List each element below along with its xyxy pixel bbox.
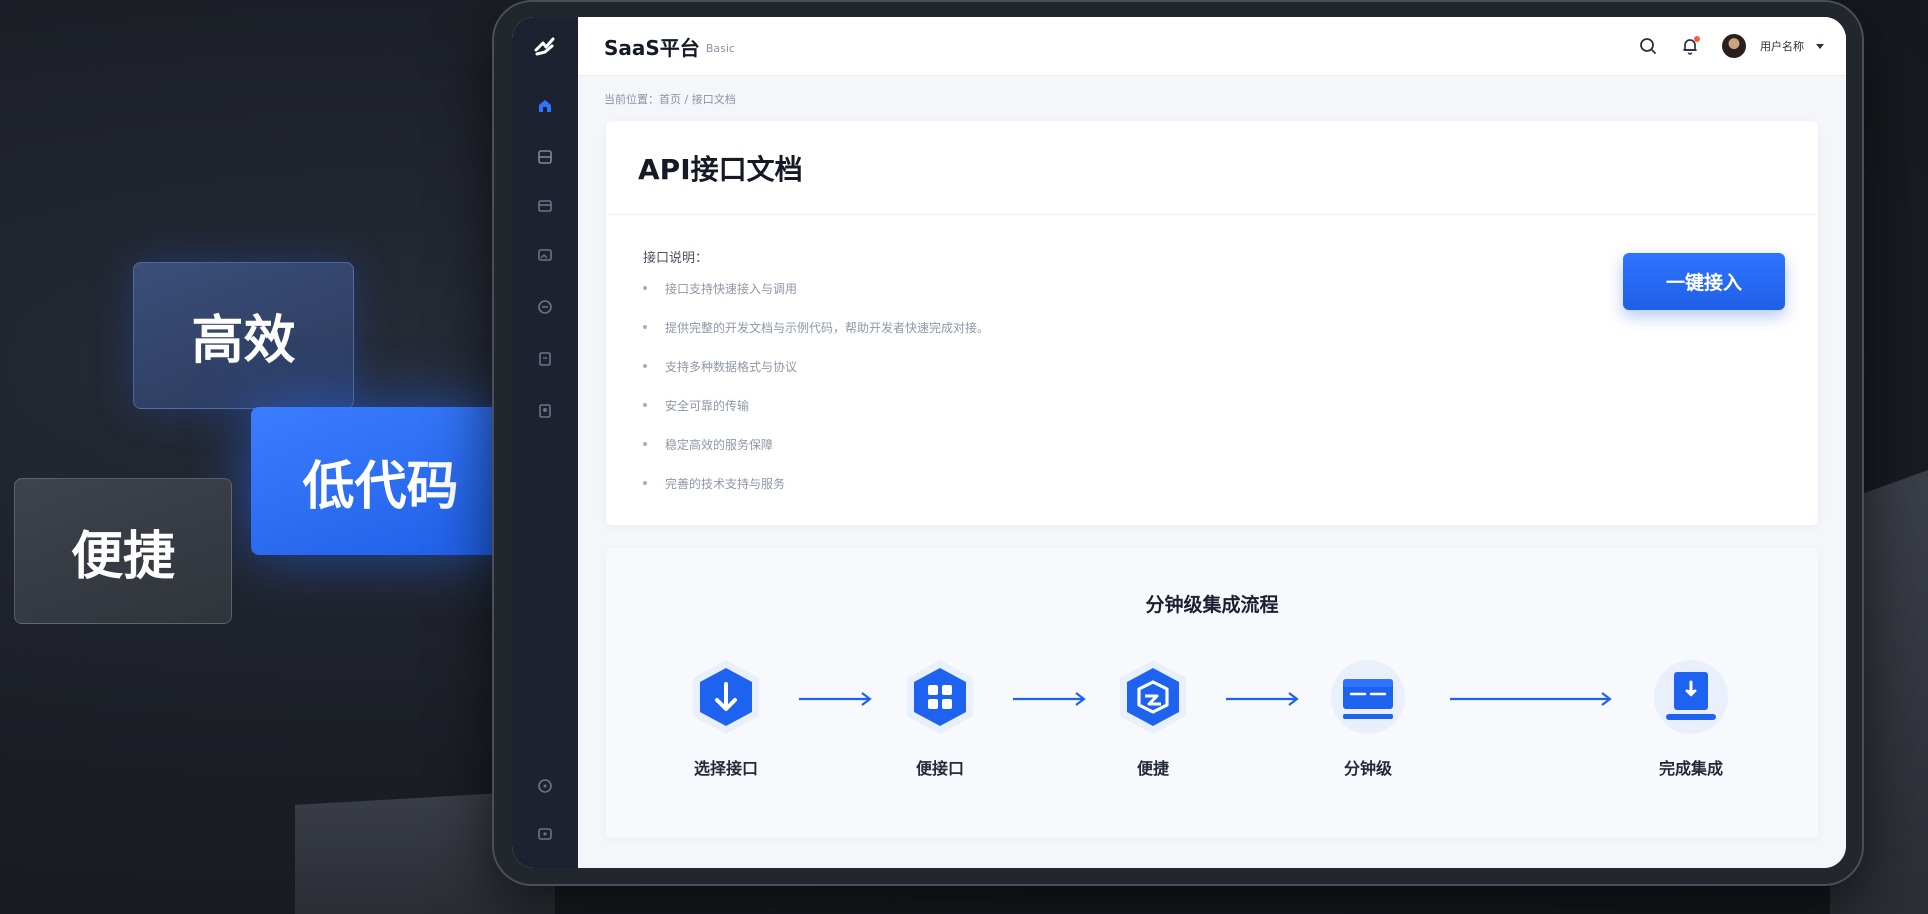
flow-arrow-icon [1013,692,1086,706]
flow-arrow-icon [799,692,872,706]
flow-step-select-api[interactable]: 选择接口 [666,656,786,779]
top-bar: SaaS平台 Basic 用户名称 [578,17,1846,76]
flow-step-label: 便接口 [915,759,964,778]
list-item: 支持多种数据格式与协议 [643,358,1818,375]
integration-flow-card: 分钟级集成流程 选择接口 便接口 便捷 分钟级 完成集成 [606,548,1818,838]
sidebar-home-icon[interactable] [536,97,554,115]
flow-step-label: 便捷 [1136,759,1169,778]
sidebar-help-icon[interactable] [536,777,554,795]
sidebar-database-icon[interactable] [536,148,554,166]
page-title: API接口文档 [638,152,803,186]
search-icon[interactable] [1638,36,1658,56]
brand-subtitle: Basic [705,41,735,55]
list-item: 稳定高效的服务保障 [643,436,1818,453]
user-name[interactable]: 用户名称 [1760,38,1804,54]
feature-tag-efficient: 高效 [133,262,354,409]
box-package-icon [1120,660,1186,734]
flow-step-complete[interactable]: 完成集成 [1631,656,1751,779]
sidebar-document-icon[interactable] [536,350,554,368]
flow-step-connect-api[interactable]: 便接口 [880,656,1000,779]
flow-step-label: 完成集成 [1658,759,1723,778]
feature-tag-convenient: 便捷 [14,478,232,624]
app-logo-icon [534,37,555,56]
list-item: 完善的技术支持与服务 [643,475,1818,492]
flow-step-label: 选择接口 [693,759,758,778]
flow-arrow-icon [1450,692,1612,706]
avatar[interactable] [1722,34,1746,58]
api-doc-card: API接口文档 接口说明： 接口支持快速接入与调用 提供完整的开发文档与示例代码… [606,121,1818,525]
main-content: SaaS平台 Basic 用户名称 当前位置：首页 / 接口文档 API接口文档… [578,17,1846,868]
tablet-device: SaaS平台 Basic 用户名称 当前位置：首页 / 接口文档 API接口文档… [492,0,1864,886]
sidebar [512,17,578,868]
chevron-down-icon[interactable] [1816,43,1824,49]
flow-title: 分钟级集成流程 [1145,594,1279,616]
feature-tag-low-code: 低代码 [251,407,510,555]
doc-card-header: API接口文档 [606,121,1818,215]
sidebar-message-icon[interactable] [536,298,554,316]
download-arrow-icon [693,660,759,734]
sidebar-user-icon[interactable] [536,402,554,420]
flow-step-label: 分钟级 [1343,759,1392,778]
list-item: 提供完整的开发文档与示例代码，帮助开发者快速完成对接。 [643,319,1818,336]
flow-step-minute-level[interactable]: 分钟级 [1308,656,1428,779]
feature-list: 接口支持快速接入与调用 提供完整的开发文档与示例代码，帮助开发者快速完成对接。 … [643,280,1818,492]
sidebar-window-icon[interactable] [536,197,554,215]
list-item: 安全可靠的传输 [643,397,1818,414]
notification-button[interactable] [1680,36,1700,56]
flow-arrow-icon [1226,692,1299,706]
breadcrumb: 当前位置：首页 / 接口文档 [604,93,736,106]
sidebar-image-icon[interactable] [536,246,554,264]
app-screen: SaaS平台 Basic 用户名称 当前位置：首页 / 接口文档 API接口文档… [512,17,1846,868]
brand-title: SaaS平台 [604,35,700,60]
grid-apps-icon [907,660,973,734]
laptop-download-icon [1654,660,1728,734]
one-click-connect-button[interactable]: 一键接入 [1623,253,1785,310]
monitor-config-icon [1331,660,1405,734]
notification-badge [1694,36,1700,42]
sidebar-settings-icon[interactable] [536,825,554,843]
flow-step-convenient[interactable]: 便捷 [1093,656,1213,779]
